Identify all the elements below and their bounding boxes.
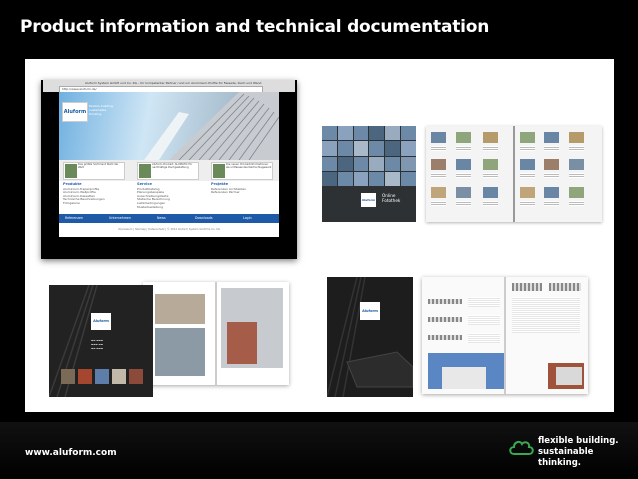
aluform-logo: Aluform (91, 313, 111, 330)
nav-item[interactable]: Downloads (195, 216, 213, 220)
nav-item[interactable]: Unternehmen (109, 216, 131, 220)
photo-grid (322, 126, 416, 186)
nav-item[interactable]: News (157, 216, 166, 220)
service-column: Service Produktkatalog Planungsbeispiele… (137, 182, 170, 210)
website-page: Aluform flexible building. sustainable t… (59, 92, 279, 237)
link-item[interactable]: Musterbestellung (137, 205, 170, 210)
cover-architecture-graphic (327, 277, 413, 397)
browser-title-bar: Aluform System GmbH und Co. KG – Ihr kom… (43, 80, 295, 93)
brochure-spread-two (422, 277, 588, 394)
teaser-card[interactable]: Das größte Sortiment Stahl der Welt (63, 162, 125, 180)
projects-column: Projekte Referenzen Architekten Referenz… (211, 182, 247, 195)
facade-illustration (144, 92, 279, 160)
website-slogan: flexible building. sustainable thinking. (89, 104, 114, 116)
website-hero: Aluform flexible building. sustainable t… (59, 92, 279, 160)
brochure-cover-one: Aluform ▬▬ ▬▬▬ ▬▬▬ ▬▬ ▬▬ ▬▬▬ (49, 285, 153, 397)
fotothek-cover: Aluform Online Fotothek (322, 126, 416, 222)
brochure-cover-two: Aluform (327, 277, 413, 397)
brochure-spread-one (143, 282, 289, 385)
binding (513, 126, 515, 222)
footer-tagline: flexible building. sustainable thinking. (538, 436, 619, 468)
link-item[interactable]: Fotogalerie (63, 201, 105, 206)
slide-title: Product information and technical docume… (20, 17, 490, 37)
cover-photo-strip (61, 369, 143, 384)
website-footer: Impressum | Sitemap | Datenschutz | © 20… (59, 223, 279, 237)
link-item[interactable]: Referenzen Partner (211, 191, 246, 195)
website-screenshot: Aluform System GmbH und Co. KG – Ihr kom… (41, 80, 297, 259)
website-link-columns: Produkte Aluminium-Trapezprofile Alumini… (59, 181, 279, 214)
teaser-card[interactable]: Die neuen Produktinformationen als umfas… (211, 162, 273, 180)
website-nav-bar: Referenzen Unternehmen News Downloads Lo… (59, 214, 279, 223)
footer-website-link[interactable]: www.aluform.com (25, 448, 117, 458)
fotothek-spread (426, 126, 602, 222)
website-logo[interactable]: Aluform (62, 102, 88, 122)
nav-item[interactable]: Login (243, 216, 252, 220)
nav-item[interactable]: Referenzen (65, 216, 83, 220)
browser-window-title: Aluform System GmbH und Co. KG – Ihr kom… (85, 81, 262, 85)
aluform-logo: Aluform (361, 193, 376, 207)
fotothek-title: Online Fotothek (382, 193, 401, 203)
aluform-logo: Aluform (360, 302, 380, 320)
teaser-card[interactable]: Aluform-Produkt: ALUMATIC für nachhaltig… (137, 162, 199, 180)
products-column: Produkte Aluminium-Trapezprofile Alumini… (63, 182, 105, 206)
cloud-icon (509, 440, 534, 455)
cover-text-lines: ▬▬ ▬▬▬ ▬▬▬ ▬▬ ▬▬ ▬▬▬ (91, 339, 104, 350)
teaser-row: Das größte Sortiment Stahl der Welt Aluf… (59, 160, 279, 181)
